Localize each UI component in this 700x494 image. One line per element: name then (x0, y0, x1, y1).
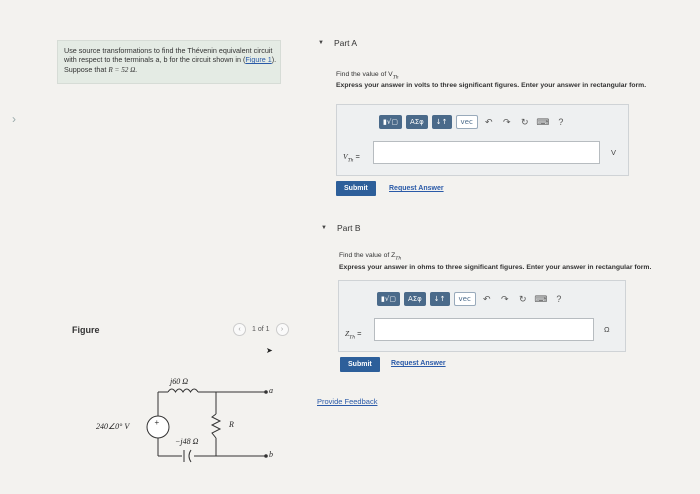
part-b-prompt-text: Find the value of Z (339, 252, 396, 259)
vec-button[interactable]: vec (455, 115, 478, 129)
redo-icon[interactable]: ↷ (498, 294, 512, 305)
sort-button[interactable]: ↓↑ (431, 115, 452, 129)
part-b-header[interactable]: ▼ Part B (321, 223, 361, 233)
chevron-right-icon[interactable]: › (12, 112, 16, 126)
part-a-request-answer-link[interactable]: Request Answer (389, 185, 444, 192)
part-b-answer-input[interactable] (374, 318, 594, 341)
part-a-answer-input[interactable] (373, 141, 600, 164)
sort-button[interactable]: ↓↑ (429, 292, 450, 306)
greek-symbols-button[interactable]: ΑΣφ (403, 292, 426, 306)
part-b-prompt: Find the value of ZTh (339, 252, 401, 261)
part-a-header[interactable]: ▼ Part A (318, 38, 357, 48)
help-button[interactable]: ? (554, 117, 568, 127)
undo-icon[interactable]: ↶ (480, 294, 494, 305)
redo-icon[interactable]: ↷ (500, 117, 514, 128)
part-b-editor (338, 280, 626, 352)
part-b-instruction: Express your answer in ohms to three sig… (339, 264, 652, 271)
reset-icon[interactable]: ↻ (518, 117, 532, 128)
terminal-a (264, 390, 268, 394)
figure-pager: ‹ 1 of 1 › (233, 323, 289, 336)
chevron-left-icon[interactable]: ‹ (233, 323, 246, 336)
resistor-label: R (229, 420, 234, 429)
provide-feedback-link[interactable]: Provide Feedback (317, 397, 377, 406)
terminal-b (264, 454, 268, 458)
part-b-toolbar: ▮√▢ ΑΣφ ↓↑ vec ↶ ↷ ↻ ⌨ ? (377, 292, 566, 306)
capacitor-label: −j48 Ω (175, 437, 199, 446)
problem-text-1: Use source transformations to find the T… (64, 46, 273, 65)
part-a-prompt-text: Find the value of V (336, 71, 393, 78)
part-a-unit: V (611, 148, 617, 157)
inductor-symbol (167, 388, 199, 393)
pager-text: 1 of 1 (252, 326, 270, 333)
part-b-submit-button[interactable]: Submit (340, 357, 380, 372)
chevron-right-icon[interactable]: › (275, 323, 289, 336)
part-a-answer-label: VTh = (343, 152, 360, 164)
keyboard-icon[interactable]: ⌨ (536, 117, 550, 128)
problem-statement: Use source transformations to find the T… (64, 46, 279, 75)
templates-button[interactable]: ▮√▢ (379, 115, 402, 129)
resistor-symbol (210, 413, 222, 439)
part-a-instruction: Express your answer in volts to three si… (336, 82, 647, 89)
keyboard-icon[interactable]: ⌨ (534, 294, 548, 305)
greek-symbols-button[interactable]: ΑΣφ (405, 115, 428, 129)
part-a-toolbar: ▮√▢ ΑΣφ ↓↑ vec ↶ ↷ ↻ ⌨ ? (379, 115, 568, 129)
part-a-label-sub: Th (347, 157, 354, 164)
help-button[interactable]: ? (552, 294, 566, 304)
part-a-prompt: Find the value of VTh (336, 71, 399, 80)
collapse-triangle-icon[interactable]: ▼ (321, 225, 327, 231)
svg-text:+: + (155, 418, 160, 427)
reset-icon[interactable]: ↻ (516, 294, 530, 305)
part-a-submit-button[interactable]: Submit (336, 181, 376, 196)
part-b-request-answer-link[interactable]: Request Answer (391, 360, 446, 367)
part-b-unit: Ω (604, 325, 610, 334)
undo-icon[interactable]: ↶ (482, 117, 496, 128)
part-b-answer-label: ZTh = (345, 329, 362, 341)
vec-button[interactable]: vec (453, 292, 476, 306)
part-b-label-sub: Th (349, 334, 355, 341)
part-b-title: Part B (336, 223, 361, 233)
part-a-title: Part A (333, 38, 358, 48)
part-b-prompt-sub: Th (395, 255, 402, 262)
terminal-b-label: b (269, 450, 273, 459)
source-label: 240∠0° V (96, 422, 130, 431)
inductor-label: j60 Ω (170, 377, 189, 386)
templates-button[interactable]: ▮√▢ (377, 292, 400, 306)
r-value: R = 52 Ω. (108, 65, 138, 74)
collapse-triangle-icon[interactable]: ▼ (318, 40, 324, 46)
mouse-cursor-icon: ➤ (266, 346, 273, 355)
part-a-prompt-sub: Th (392, 74, 399, 81)
figure-link[interactable]: Figure 1 (245, 55, 271, 64)
terminal-a-label: a (269, 386, 273, 395)
figure-label: Figure (72, 325, 100, 335)
